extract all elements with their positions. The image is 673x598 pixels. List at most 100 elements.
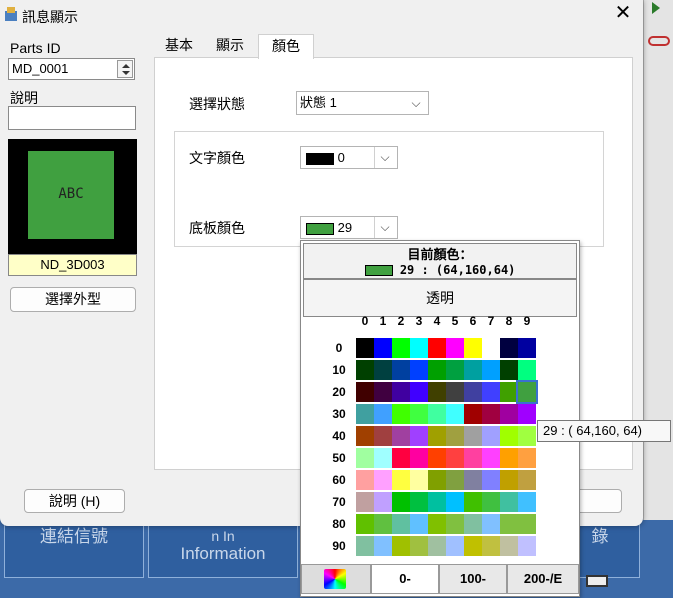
color-cell[interactable] bbox=[464, 470, 482, 490]
parts-id-spinner[interactable] bbox=[117, 60, 133, 78]
color-cell[interactable] bbox=[392, 448, 410, 468]
color-cell[interactable] bbox=[464, 536, 482, 556]
color-cell[interactable] bbox=[428, 536, 446, 556]
link-icon[interactable] bbox=[648, 36, 670, 46]
color-cell[interactable] bbox=[374, 514, 392, 534]
color-cell[interactable] bbox=[518, 492, 536, 512]
color-cell[interactable] bbox=[356, 448, 374, 468]
color-cell[interactable] bbox=[482, 426, 500, 446]
color-cell[interactable] bbox=[410, 470, 428, 490]
color-cell[interactable] bbox=[482, 360, 500, 380]
color-cell[interactable] bbox=[428, 492, 446, 512]
color-cell[interactable] bbox=[392, 514, 410, 534]
color-cell[interactable] bbox=[464, 448, 482, 468]
color-cell[interactable] bbox=[482, 338, 500, 358]
color-cell[interactable] bbox=[464, 514, 482, 534]
color-cell[interactable] bbox=[428, 448, 446, 468]
color-cell[interactable] bbox=[482, 536, 500, 556]
close-button[interactable]: ✕ bbox=[604, 0, 642, 28]
color-cell[interactable] bbox=[392, 492, 410, 512]
color-cell[interactable] bbox=[374, 426, 392, 446]
color-cell[interactable] bbox=[428, 382, 446, 402]
bg-color-select[interactable]: 29 ⌵ bbox=[300, 216, 398, 239]
color-cell[interactable] bbox=[410, 448, 428, 468]
chevron-down-icon[interactable]: ⌵ bbox=[374, 147, 395, 168]
color-cell[interactable] bbox=[356, 492, 374, 512]
color-cell[interactable] bbox=[428, 360, 446, 380]
color-cell[interactable] bbox=[500, 404, 518, 424]
color-cell[interactable] bbox=[500, 338, 518, 358]
color-cell[interactable] bbox=[374, 448, 392, 468]
color-cell[interactable] bbox=[374, 360, 392, 380]
tab-page-0[interactable]: 0- bbox=[371, 564, 439, 594]
color-cell[interactable] bbox=[374, 338, 392, 358]
color-cell[interactable] bbox=[500, 426, 518, 446]
color-cell[interactable] bbox=[374, 382, 392, 402]
color-cell[interactable] bbox=[428, 338, 446, 358]
color-cell[interactable] bbox=[410, 404, 428, 424]
color-cell[interactable] bbox=[356, 470, 374, 490]
color-cell[interactable] bbox=[392, 536, 410, 556]
color-cell[interactable] bbox=[464, 382, 482, 402]
description-field[interactable] bbox=[8, 106, 136, 130]
color-cell[interactable] bbox=[392, 360, 410, 380]
color-cell[interactable] bbox=[356, 536, 374, 556]
color-cell[interactable] bbox=[518, 514, 536, 534]
chevron-down-icon[interactable]: ⌵ bbox=[374, 217, 395, 238]
tab-page-100[interactable]: 100- bbox=[439, 564, 507, 594]
color-cell[interactable] bbox=[518, 470, 536, 490]
color-cell[interactable] bbox=[482, 382, 500, 402]
color-cell[interactable] bbox=[392, 382, 410, 402]
color-cell[interactable] bbox=[482, 404, 500, 424]
color-cell[interactable] bbox=[500, 470, 518, 490]
color-cell[interactable] bbox=[482, 470, 500, 490]
parts-id-field[interactable]: MD_0001 bbox=[8, 58, 135, 80]
color-cell[interactable] bbox=[410, 382, 428, 402]
color-cell[interactable] bbox=[428, 470, 446, 490]
color-cell[interactable] bbox=[356, 382, 374, 402]
color-cell[interactable] bbox=[356, 514, 374, 534]
spinner-up-icon[interactable] bbox=[122, 64, 130, 68]
color-cell[interactable] bbox=[374, 470, 392, 490]
color-cell[interactable] bbox=[518, 360, 536, 380]
color-cell[interactable] bbox=[446, 448, 464, 468]
color-cell[interactable] bbox=[374, 404, 392, 424]
color-cell[interactable] bbox=[356, 426, 374, 446]
color-cell[interactable] bbox=[446, 492, 464, 512]
choose-appearance-button[interactable]: 選擇外型 bbox=[10, 287, 136, 312]
color-cell[interactable] bbox=[392, 426, 410, 446]
color-cell[interactable] bbox=[374, 492, 392, 512]
transparent-button[interactable]: 透明 bbox=[303, 279, 577, 317]
color-cell[interactable] bbox=[446, 514, 464, 534]
color-cell[interactable] bbox=[500, 360, 518, 380]
color-cell[interactable] bbox=[482, 448, 500, 468]
color-cell[interactable] bbox=[410, 536, 428, 556]
color-cell[interactable] bbox=[446, 360, 464, 380]
color-cell[interactable] bbox=[500, 382, 518, 402]
color-cell[interactable] bbox=[446, 338, 464, 358]
help-button[interactable]: 說明 (H) bbox=[24, 489, 125, 513]
play-icon[interactable] bbox=[652, 2, 660, 14]
color-cell[interactable] bbox=[446, 426, 464, 446]
color-cell[interactable] bbox=[464, 426, 482, 446]
color-cell[interactable] bbox=[464, 338, 482, 358]
color-cell[interactable] bbox=[464, 404, 482, 424]
color-cell[interactable] bbox=[518, 338, 536, 358]
color-cell[interactable] bbox=[374, 536, 392, 556]
color-cell[interactable] bbox=[428, 514, 446, 534]
color-cell[interactable] bbox=[518, 448, 536, 468]
color-cell[interactable] bbox=[410, 492, 428, 512]
color-cell[interactable] bbox=[464, 492, 482, 512]
color-cell[interactable] bbox=[516, 380, 538, 404]
color-cell[interactable] bbox=[518, 426, 536, 446]
color-cell[interactable] bbox=[446, 536, 464, 556]
tab-page-200[interactable]: 200-/E bbox=[507, 564, 579, 594]
color-cell[interactable] bbox=[446, 470, 464, 490]
color-cell[interactable] bbox=[410, 338, 428, 358]
text-color-select[interactable]: 0 ⌵ bbox=[300, 146, 398, 169]
state-select[interactable]: 狀態 1 ⌵ bbox=[296, 91, 429, 115]
color-cell[interactable] bbox=[500, 536, 518, 556]
color-cell[interactable] bbox=[500, 448, 518, 468]
color-cell[interactable] bbox=[392, 338, 410, 358]
color-cell[interactable] bbox=[356, 338, 374, 358]
